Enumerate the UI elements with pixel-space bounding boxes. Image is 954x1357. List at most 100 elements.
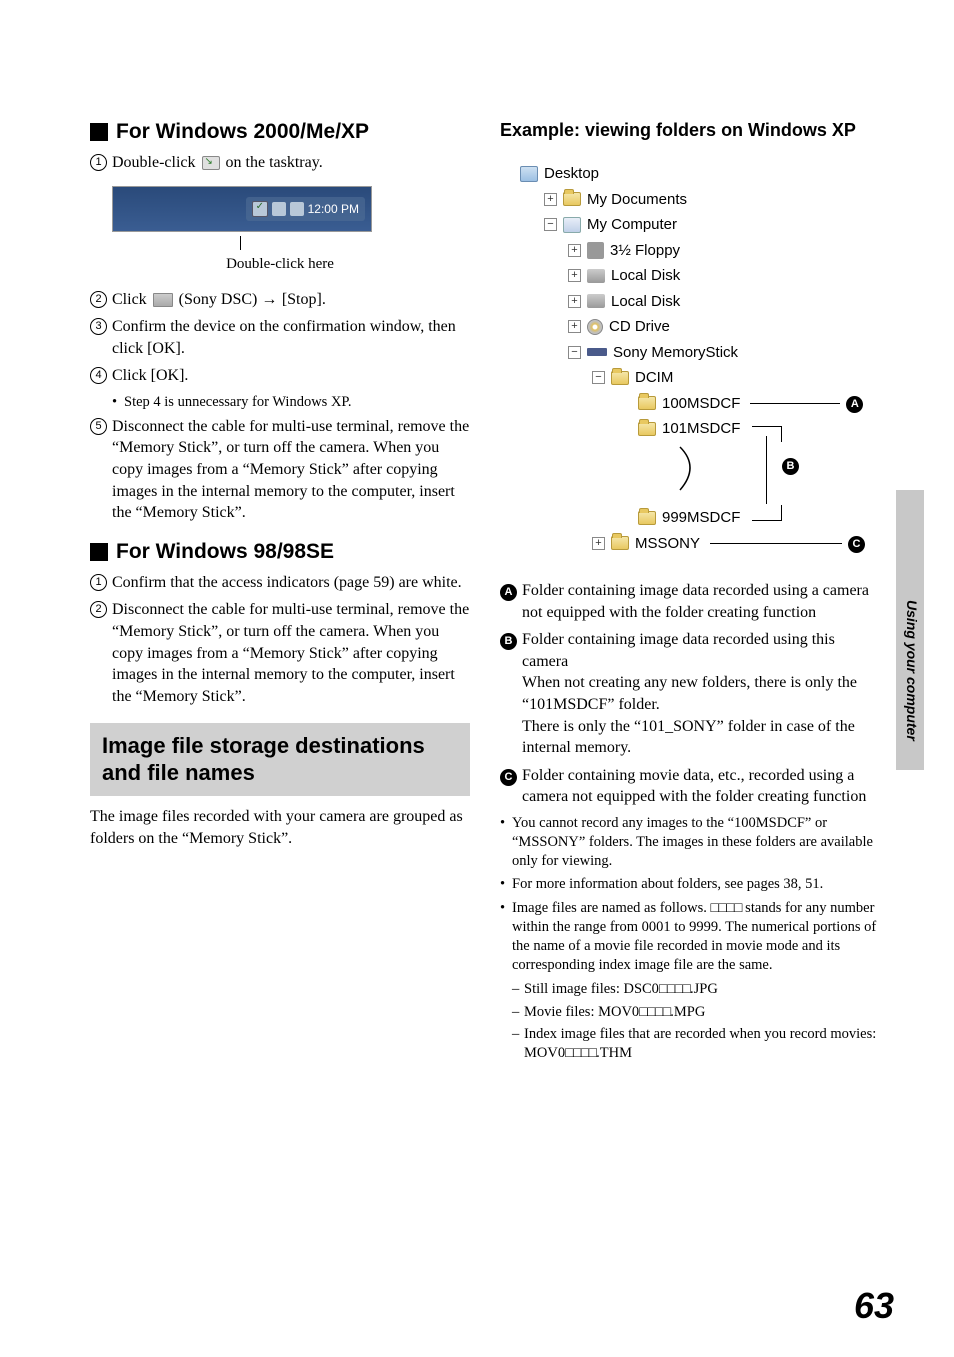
tree-label: Desktop [544,161,599,187]
marker-b-icon: B [500,633,517,650]
annotation-list: A Folder containing image data recorded … [500,580,884,808]
still-b: .JPG [690,981,718,997]
step-number-2b: 2 [90,601,107,618]
tree-mssony: + MSSONY C [592,531,884,557]
storage-heading: Image file storage destinations and file… [102,733,458,786]
tree-100msdcf: 100MSDCF A [638,391,884,417]
taskbar-screenshot: 12:00 PM [112,186,372,232]
step3-text: Confirm the device on the confirmation w… [112,316,470,359]
step-number-3: 3 [90,318,107,335]
heading-text: For Windows 98/98SE [116,540,334,564]
memorystick-icon [587,348,607,356]
collapse-icon: − [544,218,557,231]
step-number-1: 1 [90,154,107,171]
storage-body: The image files recorded with your camer… [90,806,470,849]
placeholder-boxes-icon [639,1004,670,1020]
expand-icon: + [592,537,605,550]
folder-icon [563,192,581,206]
right-column: Example: viewing folders on Windows XP D… [500,120,884,1067]
tree-label: Sony MemoryStick [613,340,738,366]
tree-localdisk-2: + Local Disk [568,289,884,315]
step1-text-b: on the tasktray. [226,154,323,171]
heading-win2000: For Windows 2000/Me/XP [90,120,470,144]
folder-icon [611,371,629,385]
step2-c: [Stop]. [282,291,326,308]
sub-still: – Still image files: DSC0.JPG [512,980,884,999]
tree-memorystick: − Sony MemoryStick [568,340,884,366]
annot-b: B Folder containing image data recorded … [500,629,884,759]
step-3: 3 Confirm the device on the confirmation… [90,316,470,359]
leader-line [750,403,840,404]
tree-label: 100MSDCF [662,391,740,417]
tree-label: My Computer [587,212,677,238]
step1-text-a: Double-click [112,154,196,171]
leader-line [710,543,842,544]
tree-label: 999MSDCF [662,505,740,531]
computer-icon [563,217,581,233]
annot-b1-text: Folder containing image data recorded us… [522,631,835,670]
disk-icon [587,269,605,283]
notes-list: • You cannot record any images to the “1… [500,814,884,1063]
sub-movie: – Movie files: MOV0.MPG [512,1003,884,1022]
folder-icon [638,422,656,436]
step98-2-text: Disconnect the cable for multi-use termi… [112,599,470,707]
square-bullet-icon [90,543,108,561]
step4-text: Click [OK]. [112,365,470,387]
step2-a: Click [112,291,147,308]
step-number-2: 2 [90,291,107,308]
tree-label: CD Drive [609,314,670,340]
step-number-1b: 1 [90,574,107,591]
tree-mydocuments: + My Documents [544,187,884,213]
annot-c-text: Folder containing movie data, etc., reco… [522,765,884,808]
tray-icon [272,202,286,216]
step-98-1: 1 Confirm that the access indicators (pa… [90,572,470,594]
collapse-icon: − [568,346,581,359]
tree-999msdcf: 999MSDCF [638,505,884,531]
placeholder-boxes-icon [711,900,742,916]
tree-label: 101MSDCF [662,416,740,442]
bracket-bottom [752,505,782,521]
tree-dcim: − DCIM [592,365,884,391]
tray-remove-icon [252,201,268,217]
collapse-icon: − [592,371,605,384]
thm-b: .THM [596,1045,632,1061]
still-a: Still image files: DSC0 [524,981,659,997]
annot-b3-text: There is only the “101_SONY” folder in c… [522,718,855,757]
step-5: 5 Disconnect the cable for multi-use ter… [90,416,470,524]
note1-text: You cannot record any images to the “100… [512,814,884,871]
taskbar-caption: Double-click here [90,256,470,273]
step-number-4: 4 [90,367,107,384]
folder-icon [638,511,656,525]
folder-icon [638,396,656,410]
step-1: 1 Double-click on the tasktray. [90,152,470,174]
square-bullet-icon [90,123,108,141]
movie-b: .MPG [670,1004,705,1020]
callout-line [240,236,241,250]
left-column: For Windows 2000/Me/XP 1 Double-click on… [90,120,470,1067]
page-number: 63 [854,1285,894,1327]
placeholder-boxes-icon [659,981,690,997]
side-tab-label: Using your computer [904,600,920,741]
expand-icon: + [568,244,581,257]
tree-cddrive: + CD Drive [568,314,884,340]
desktop-icon [520,166,538,182]
note2-text: For more information about folders, see … [512,875,884,894]
note3-text-a: Image files are named as follows. [512,900,711,916]
step-4-note: • Step 4 is unnecessary for Windows XP. [112,393,470,412]
folder-tree: Desktop + My Documents − My Computer + 3… [520,161,884,556]
example-heading: Example: viewing folders on Windows XP [500,120,884,141]
drive-icon [153,293,173,307]
expand-icon: + [568,320,581,333]
tree-label: Local Disk [611,289,680,315]
placeholder-boxes-icon [565,1045,596,1061]
arrow-icon: → [261,291,281,308]
step-number-5: 5 [90,418,107,435]
step98-1-text: Confirm that the access indicators (page… [112,572,470,594]
heading-win98: For Windows 98/98SE [90,540,470,564]
movie-a: Movie files: MOV0 [524,1004,639,1020]
callout-b-icon: B [782,458,799,475]
folder-icon [611,536,629,550]
disk-icon [587,294,605,308]
sub-thm: – Index image files that are recorded wh… [512,1025,884,1063]
step-98-2: 2 Disconnect the cable for multi-use ter… [90,599,470,707]
